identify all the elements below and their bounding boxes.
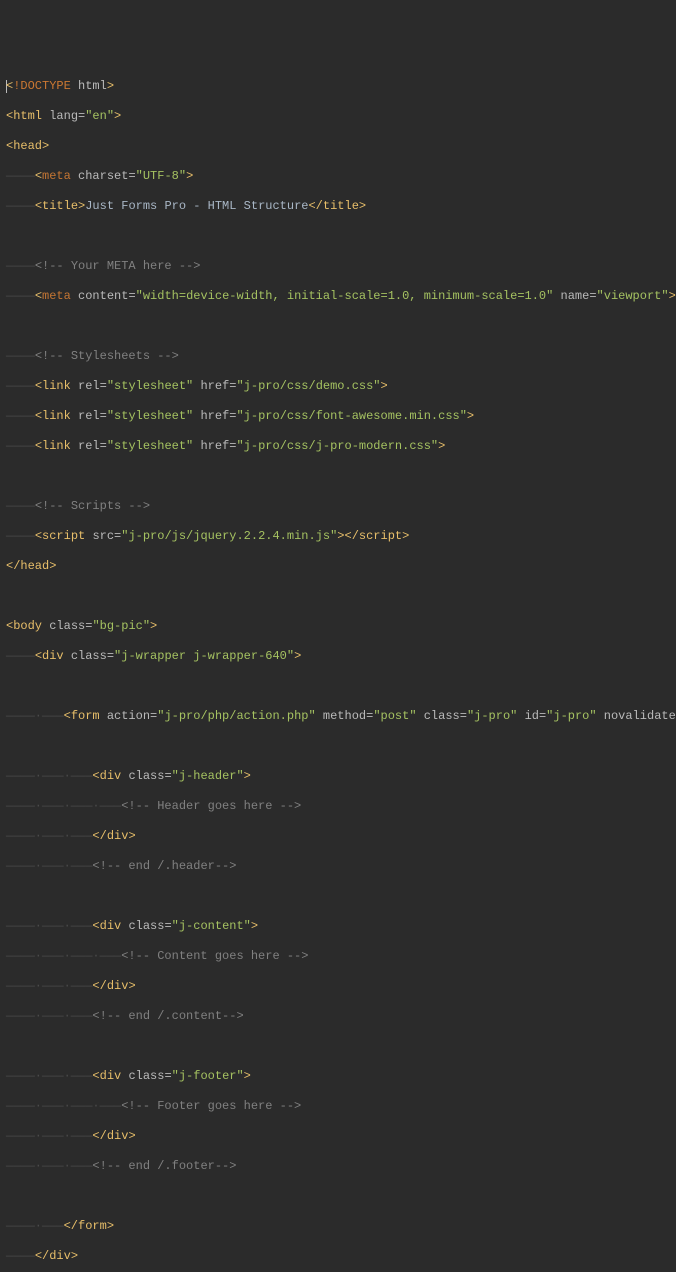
code-line: ————·———·———·———<!-- Content goes here -… (6, 949, 670, 964)
code-line (6, 679, 670, 694)
code-line: ————·———·———·———<!-- Footer goes here --… (6, 1099, 670, 1114)
code-line: ————·———·———<div class="j-footer"> (6, 1069, 670, 1084)
code-line: ————·———·———<div class="j-header"> (6, 769, 670, 784)
code-line (6, 739, 670, 754)
code-line (6, 319, 670, 334)
code-line: ————<link rel="stylesheet" href="j-pro/c… (6, 439, 670, 454)
code-line: ————</div> (6, 1249, 670, 1264)
code-line: ————·———·———</div> (6, 1129, 670, 1144)
code-line (6, 889, 670, 904)
code-line: <!DOCTYPE html> (6, 79, 670, 94)
code-line (6, 1189, 670, 1204)
code-line (6, 589, 670, 604)
code-line: ————·———·———</div> (6, 829, 670, 844)
code-line: ————<meta charset="UTF-8"> (6, 169, 670, 184)
code-line: <head> (6, 139, 670, 154)
code-line: ————<!-- Scripts --> (6, 499, 670, 514)
code-line: ————<div class="j-wrapper j-wrapper-640"… (6, 649, 670, 664)
code-line: ————·———·———<div class="j-content"> (6, 919, 670, 934)
code-line: </head> (6, 559, 670, 574)
code-line: ————·———·———<!-- end /.footer--> (6, 1159, 670, 1174)
code-line: ————·———<form action="j-pro/php/action.p… (6, 709, 670, 724)
code-line (6, 1039, 670, 1054)
code-line: <body class="bg-pic"> (6, 619, 670, 634)
code-line: ————<script src="j-pro/js/jquery.2.2.4.m… (6, 529, 670, 544)
code-line: ————·———·———<!-- end /.content--> (6, 1009, 670, 1024)
code-line: <html lang="en"> (6, 109, 670, 124)
code-line: ————·———·———<!-- end /.header--> (6, 859, 670, 874)
code-line (6, 469, 670, 484)
code-line: ————·———·———</div> (6, 979, 670, 994)
code-line (6, 229, 670, 244)
code-editor[interactable]: <!DOCTYPE html> <html lang="en"> <head> … (6, 64, 670, 1272)
code-line: ————<!-- Your META here --> (6, 259, 670, 274)
code-line: ————·———·———·———<!-- Header goes here --… (6, 799, 670, 814)
code-line: ————<title>Just Forms Pro - HTML Structu… (6, 199, 670, 214)
code-line: ————<link rel="stylesheet" href="j-pro/c… (6, 409, 670, 424)
code-line: ————<!-- Stylesheets --> (6, 349, 670, 364)
code-line: ————·———</form> (6, 1219, 670, 1234)
code-line: ————<link rel="stylesheet" href="j-pro/c… (6, 379, 670, 394)
code-line: ————<meta content="width=device-width, i… (6, 289, 670, 304)
